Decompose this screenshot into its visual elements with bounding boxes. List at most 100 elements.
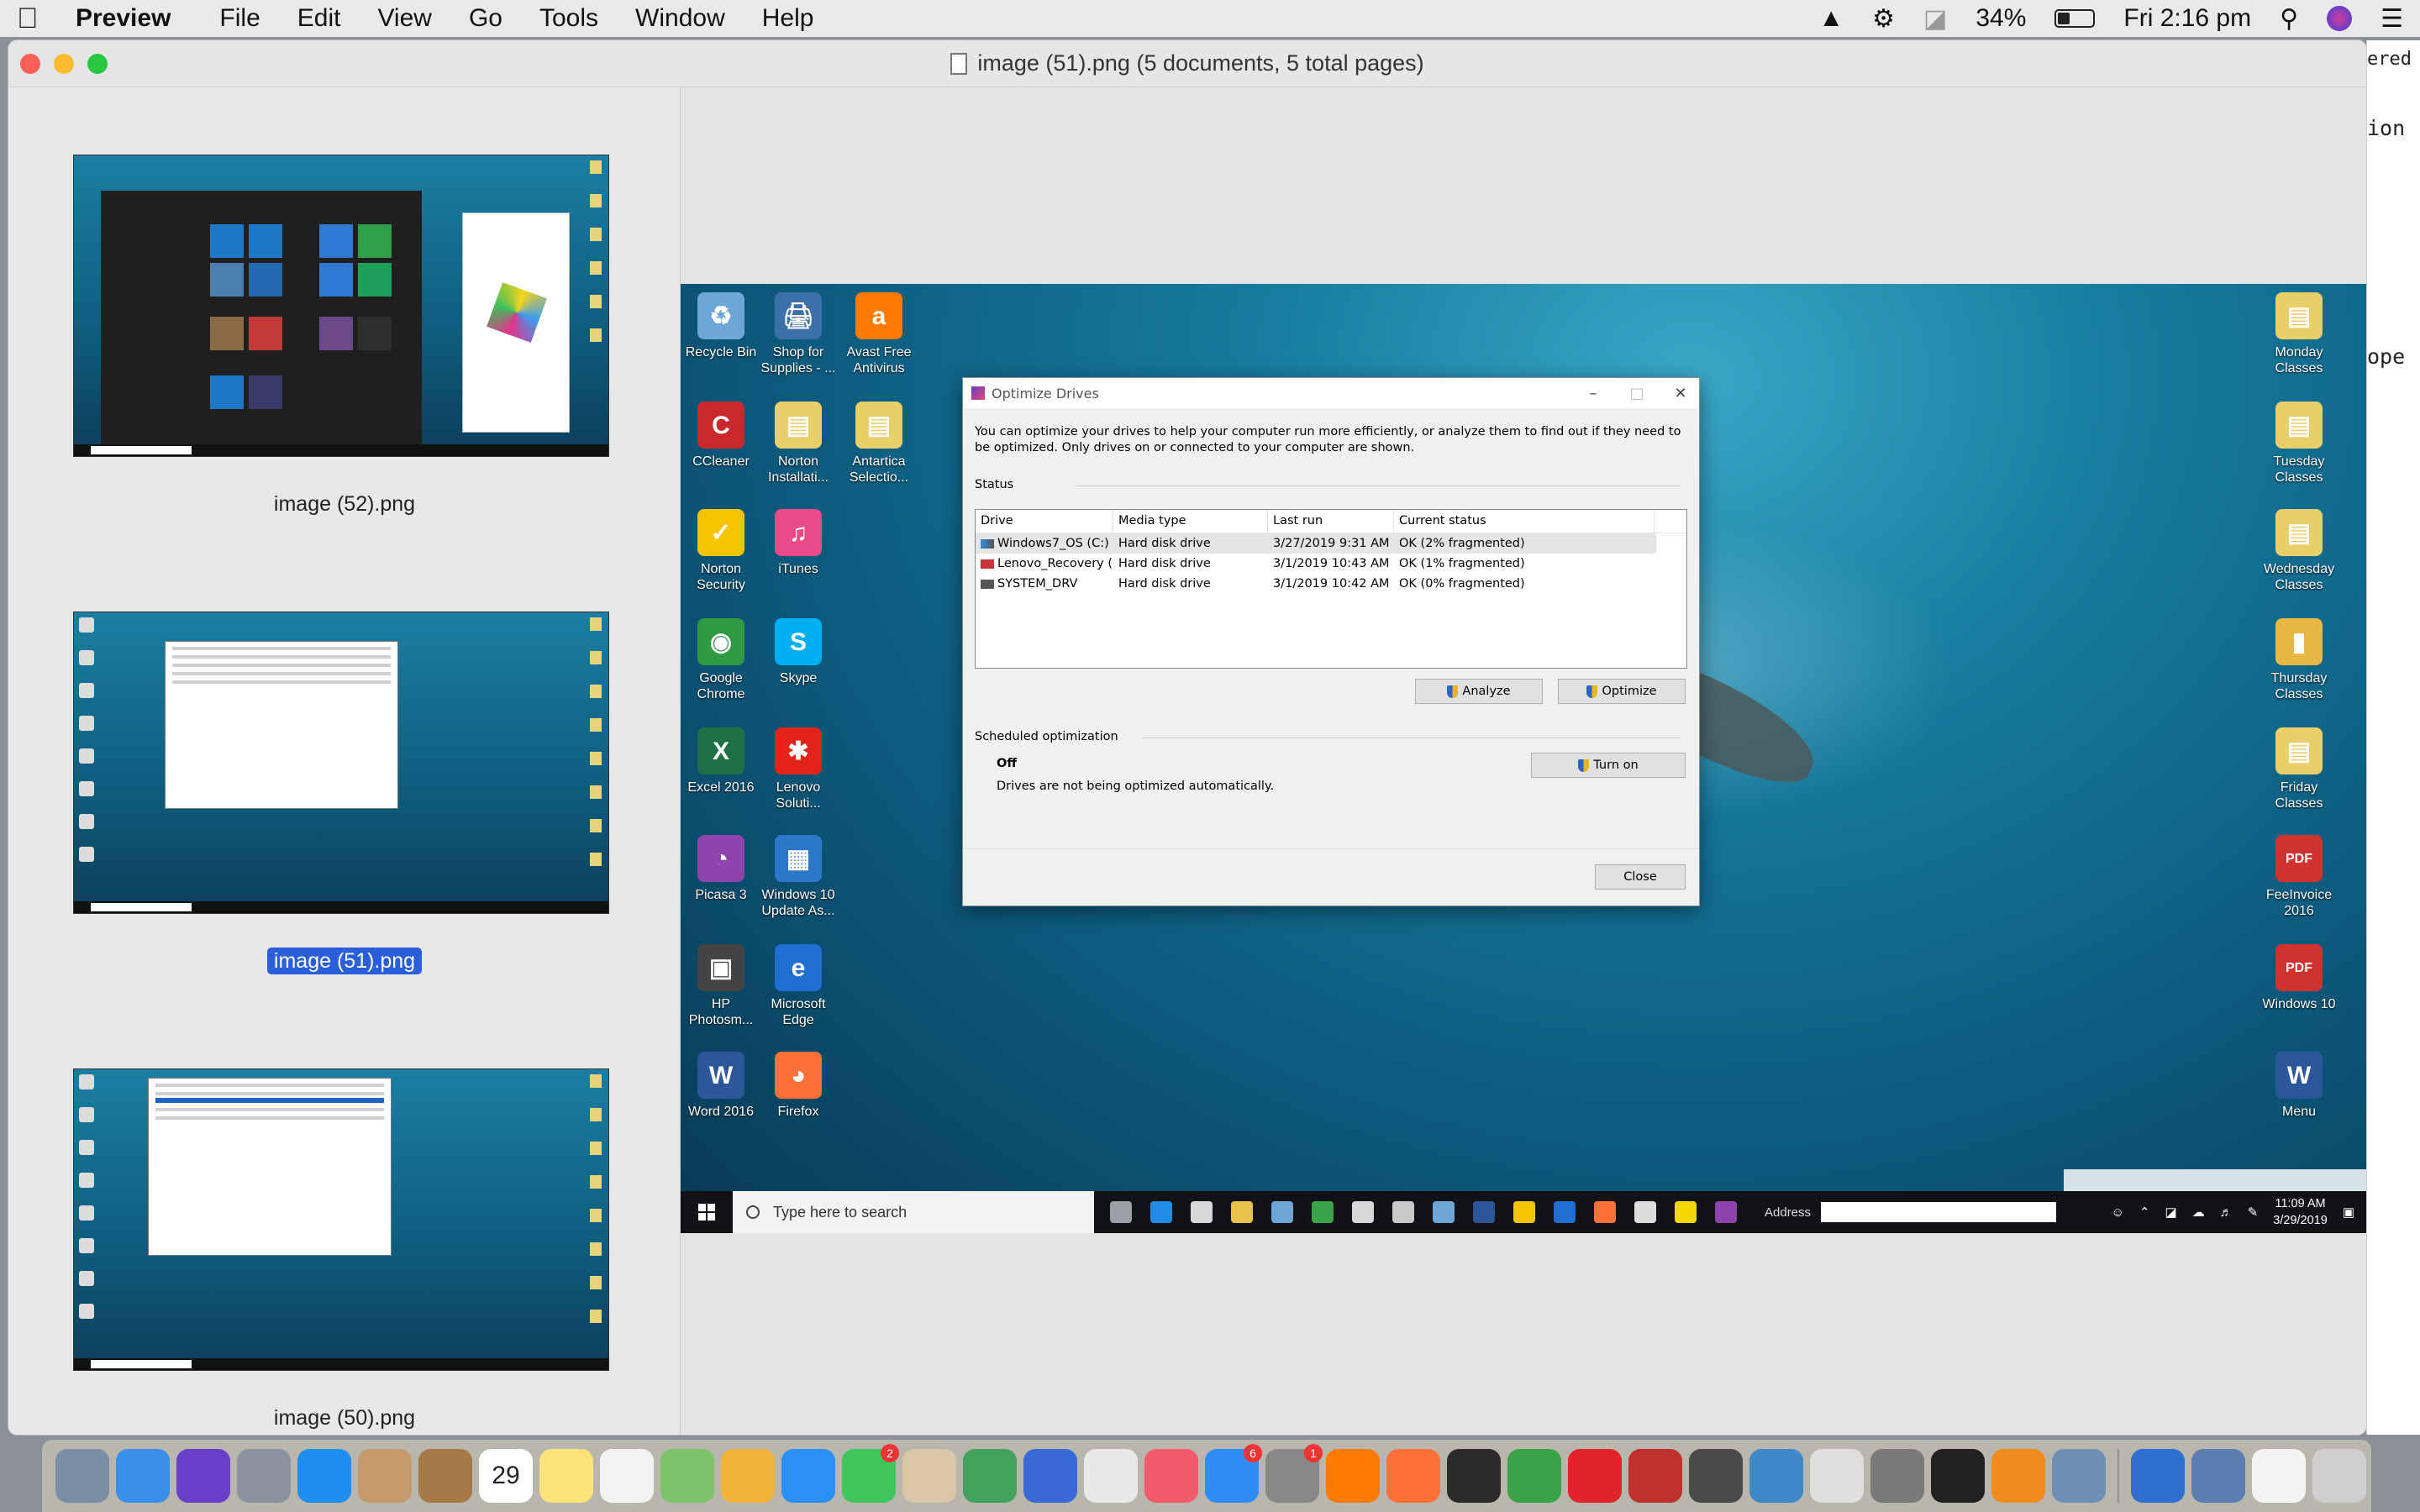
menu-tools[interactable]: Tools: [539, 4, 598, 33]
dock-app-icon[interactable]: [1628, 1449, 1682, 1503]
desktop-icon[interactable]: ◉ Google Chrome: [681, 618, 761, 702]
taskbar-app-icon[interactable]: [1628, 1195, 1662, 1229]
desktop-icon[interactable]: W Menu: [2259, 1052, 2339, 1120]
dock-app-icon[interactable]: 6: [1205, 1444, 1262, 1503]
turn-on-button[interactable]: Turn on: [1531, 753, 1686, 778]
column-current-status[interactable]: Current status: [1394, 510, 1655, 533]
notification-center-icon[interactable]: ☰: [2381, 4, 2403, 34]
desktop-icon[interactable]: a Avast Free Antivirus: [839, 292, 919, 376]
column-drive[interactable]: Drive: [976, 510, 1113, 533]
column-last-run[interactable]: Last run: [1268, 510, 1394, 533]
taskbar-clock[interactable]: 11:09 AM 3/29/2019: [2273, 1195, 2328, 1229]
dock-app-icon[interactable]: [1749, 1449, 1803, 1503]
maximize-icon[interactable]: □: [1615, 378, 1659, 408]
dock-app-icon[interactable]: [1931, 1449, 1985, 1503]
menu-go[interactable]: Go: [469, 4, 502, 33]
dock-app-icon[interactable]: [1023, 1449, 1077, 1503]
dock-app-icon[interactable]: [1689, 1449, 1743, 1503]
menu-help[interactable]: Help: [762, 4, 814, 33]
dock-app-icon[interactable]: [1507, 1449, 1561, 1503]
dock-app-icon[interactable]: [1810, 1449, 1864, 1503]
optimize-button[interactable]: Optimize: [1558, 679, 1686, 704]
menu-clock[interactable]: Fri 2:16 pm: [2123, 4, 2251, 33]
dock-app-icon[interactable]: 29: [479, 1449, 533, 1503]
desktop-icon[interactable]: ▤ Friday Classes: [2259, 727, 2339, 811]
desktop-icon[interactable]: S Skype: [758, 618, 839, 686]
taskbar-app-icon[interactable]: [1225, 1195, 1259, 1229]
dock-app-icon[interactable]: [358, 1449, 412, 1503]
desktop-icon[interactable]: ♻ Recycle Bin: [681, 292, 761, 360]
desktop-icon[interactable]: PDF Windows 10: [2259, 944, 2339, 1012]
column-media-type[interactable]: Media type: [1113, 510, 1268, 533]
taskbar-app-icon[interactable]: [1346, 1195, 1380, 1229]
siri-icon[interactable]: [2327, 6, 2353, 31]
table-row[interactable]: Lenovo_Recovery (... Hard disk drive 3/1…: [976, 554, 1686, 574]
close-button[interactable]: Close: [1595, 864, 1686, 890]
taskbar-app-icon[interactable]: [1548, 1195, 1581, 1229]
dock-app-icon[interactable]: [539, 1449, 593, 1503]
dock-app-icon[interactable]: [2312, 1449, 2366, 1503]
dock-app-icon[interactable]: [1870, 1449, 1924, 1503]
wifi-icon[interactable]: ◪: [1923, 4, 1947, 34]
zoom-window-button[interactable]: [87, 54, 108, 74]
minimize-window-button[interactable]: [54, 54, 74, 74]
desktop-icon[interactable]: ◔ Picasa 3: [681, 835, 761, 903]
desktop-icon[interactable]: W Word 2016: [681, 1052, 761, 1120]
dock-app-icon[interactable]: 2: [842, 1444, 899, 1503]
drives-list[interactable]: Drive Media type Last run Current status…: [975, 509, 1687, 669]
taskbar-app-icon[interactable]: [1185, 1195, 1218, 1229]
taskbar-app-icon[interactable]: [1669, 1195, 1702, 1229]
taskbar-app-icon[interactable]: [1306, 1195, 1339, 1229]
table-row[interactable]: SYSTEM_DRV Hard disk drive 3/1/2019 10:4…: [976, 574, 1686, 594]
dock-app-icon[interactable]: [1326, 1449, 1380, 1503]
dock-app-icon[interactable]: [297, 1449, 351, 1503]
taskbar-app-icon[interactable]: [1265, 1195, 1299, 1229]
dock-app-icon[interactable]: [1568, 1449, 1622, 1503]
desktop-icon[interactable]: 🖨 Shop for Supplies - ...: [758, 292, 839, 376]
taskbar-app-icon[interactable]: [1588, 1195, 1622, 1229]
desktop-icon[interactable]: ✱ Lenovo Soluti...: [758, 727, 839, 811]
people-icon[interactable]: ☺: [2112, 1205, 2124, 1220]
taskbar-app-icon[interactable]: [1386, 1195, 1420, 1229]
network-icon[interactable]: ◪: [2165, 1205, 2177, 1220]
volume-icon[interactable]: ♬: [2220, 1205, 2233, 1220]
action-center-icon[interactable]: ▣: [2343, 1205, 2354, 1220]
desktop-icon[interactable]: ▣ HP Photosm...: [681, 944, 761, 1028]
desktop-icon[interactable]: PDF FeeInvoice 2016: [2259, 835, 2339, 919]
taskbar-app-icon[interactable]: [1104, 1195, 1138, 1229]
taskbar-app-icon[interactable]: [1709, 1195, 1743, 1229]
apple-icon[interactable]: : [17, 3, 47, 35]
dock-app-icon[interactable]: [1144, 1449, 1198, 1503]
start-button[interactable]: [681, 1191, 733, 1233]
taskbar-search-box[interactable]: Type here to search: [733, 1191, 1094, 1233]
search-icon[interactable]: ⚲: [2280, 4, 2298, 34]
table-row[interactable]: Windows7_OS (C:) Hard disk drive 3/27/20…: [976, 533, 1656, 554]
desktop-icon[interactable]: ▤ Antartica Selectio...: [839, 402, 919, 486]
taskbar-app-icon[interactable]: [1144, 1195, 1178, 1229]
desktop-icon[interactable]: ✓ Norton Security: [681, 509, 761, 593]
pen-icon[interactable]: ✎: [2248, 1205, 2259, 1220]
dock-app-icon[interactable]: [660, 1449, 714, 1503]
dock-app-icon[interactable]: 1: [1265, 1444, 1323, 1503]
dock-app-icon[interactable]: [721, 1449, 775, 1503]
cloud-icon[interactable]: ☁: [2192, 1205, 2205, 1220]
dock-app-icon[interactable]: [116, 1449, 170, 1503]
menu-window[interactable]: Window: [635, 4, 725, 33]
gear-icon[interactable]: ⚙: [1872, 4, 1895, 34]
dock-app-icon[interactable]: [237, 1449, 291, 1503]
desktop-icon[interactable]: ▤ Wednesday Classes: [2259, 509, 2339, 593]
dock-app-icon[interactable]: [1991, 1449, 2045, 1503]
desktop-icon[interactable]: ▦ Windows 10 Update As...: [758, 835, 839, 919]
minimize-icon[interactable]: –: [1571, 378, 1615, 408]
address-input[interactable]: [1821, 1202, 2057, 1222]
desktop-icon[interactable]: ▤ Monday Classes: [2259, 292, 2339, 376]
dock-app-icon[interactable]: [176, 1449, 230, 1503]
dock-app-icon[interactable]: [600, 1449, 654, 1503]
thumbnail-label[interactable]: image (50).png: [8, 1406, 681, 1431]
dock-app-icon[interactable]: [2252, 1449, 2306, 1503]
analyze-button[interactable]: Analyze: [1415, 679, 1543, 704]
close-icon[interactable]: ✕: [1659, 378, 1702, 408]
battery-icon[interactable]: [2054, 9, 2096, 28]
taskbar-app-icon[interactable]: [1427, 1195, 1460, 1229]
dock-app-icon[interactable]: [1386, 1449, 1440, 1503]
